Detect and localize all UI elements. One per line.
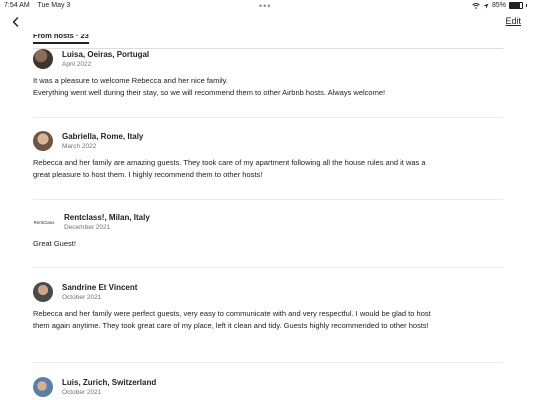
reviewer-meta: Luisa, Oeiras, Portugal April 2022 bbox=[62, 50, 149, 68]
review-header: Gabriella, Rome, Italy March 2022 bbox=[33, 131, 503, 151]
avatar[interactable] bbox=[33, 131, 53, 151]
review-header: RentClass Rentclass!, Milan, Italy Decem… bbox=[33, 212, 503, 232]
reviewer-name: Sandrine Et Vincent bbox=[62, 283, 138, 292]
review-text-line: Everything went well during their stay, … bbox=[33, 88, 386, 97]
review-item: Sandrine Et Vincent October 2021 Rebecca… bbox=[33, 282, 503, 363]
review-date: March 2022 bbox=[62, 143, 97, 150]
tab-from-hosts[interactable]: From hosts · 23 bbox=[33, 34, 89, 44]
nav-bar: Edit bbox=[0, 12, 533, 34]
review-text-line: Great Guest! bbox=[33, 239, 76, 248]
review-text-line: great pleasure to host them. I highly re… bbox=[33, 170, 263, 179]
battery-percent: 85% bbox=[491, 2, 506, 9]
review-text-line: Rebecca and her family were perfect gues… bbox=[33, 309, 431, 318]
status-right: 85% bbox=[472, 2, 527, 9]
battery-icon bbox=[509, 2, 523, 9]
multitasking-dots-icon[interactable]: ••• bbox=[259, 1, 271, 11]
battery-tip bbox=[526, 4, 527, 7]
review-header: Sandrine Et Vincent October 2021 bbox=[33, 282, 503, 302]
avatar[interactable] bbox=[33, 377, 53, 397]
avatar[interactable] bbox=[33, 282, 53, 302]
reviewer-name: Rentclass!, Milan, Italy bbox=[64, 213, 150, 222]
status-date: Tue May 3 bbox=[37, 2, 71, 9]
review-item: Luisa, Oeiras, Portugal April 2022 It wa… bbox=[33, 49, 503, 118]
host-logo-text: RentClass bbox=[33, 219, 55, 225]
location-icon bbox=[483, 3, 489, 8]
review-date: December 2021 bbox=[64, 224, 111, 231]
review-item: Luis, Zurich, Switzerland October 2021 bbox=[33, 377, 503, 397]
status-bar: 7:54 AM Tue May 3 ••• 85% bbox=[0, 0, 533, 12]
review-text-line: Rebecca and her family are amazing guest… bbox=[33, 158, 426, 167]
edit-button[interactable]: Edit bbox=[505, 16, 521, 26]
reviewer-name: Gabriella, Rome, Italy bbox=[62, 132, 144, 141]
review-item: Gabriella, Rome, Italy March 2022 Rebecc… bbox=[33, 131, 503, 200]
reviewer-meta: Gabriella, Rome, Italy March 2022 bbox=[62, 132, 143, 150]
reviews-list: Luisa, Oeiras, Portugal April 2022 It wa… bbox=[33, 49, 503, 397]
review-text-line: It was a pleasure to welcome Rebecca and… bbox=[33, 76, 228, 85]
status-time: 7:54 AM bbox=[4, 2, 30, 9]
wifi-icon bbox=[472, 2, 480, 9]
review-text: It was a pleasure to welcome Rebecca and… bbox=[33, 75, 503, 99]
reviewer-name: Luisa, Oeiras, Portugal bbox=[62, 50, 150, 59]
host-logo[interactable]: RentClass bbox=[33, 212, 55, 232]
back-chevron-icon[interactable] bbox=[9, 15, 23, 29]
review-date: October 2021 bbox=[62, 389, 102, 396]
reviewer-meta: Sandrine Et Vincent October 2021 bbox=[62, 283, 137, 301]
review-date: April 2022 bbox=[62, 61, 92, 68]
review-header: Luisa, Oeiras, Portugal April 2022 bbox=[33, 49, 503, 69]
avatar[interactable] bbox=[33, 49, 53, 69]
review-date: October 2021 bbox=[62, 294, 102, 301]
review-text: Great Guest! bbox=[33, 238, 503, 250]
reviewer-name: Luis, Zurich, Switzerland bbox=[62, 378, 157, 387]
review-text: Rebecca and her family were perfect gues… bbox=[33, 308, 503, 332]
review-text: Rebecca and her family are amazing guest… bbox=[33, 157, 503, 181]
reviewer-meta: Rentclass!, Milan, Italy December 2021 bbox=[64, 213, 150, 231]
reviews-tab-strip: From hosts · 23 bbox=[33, 34, 503, 49]
status-left: 7:54 AM Tue May 3 bbox=[4, 2, 76, 9]
review-item: RentClass Rentclass!, Milan, Italy Decem… bbox=[33, 212, 503, 268]
review-header: Luis, Zurich, Switzerland October 2021 bbox=[33, 377, 503, 397]
review-text-line: them again anytime. They took great care… bbox=[33, 321, 429, 330]
reviewer-meta: Luis, Zurich, Switzerland October 2021 bbox=[62, 378, 156, 396]
